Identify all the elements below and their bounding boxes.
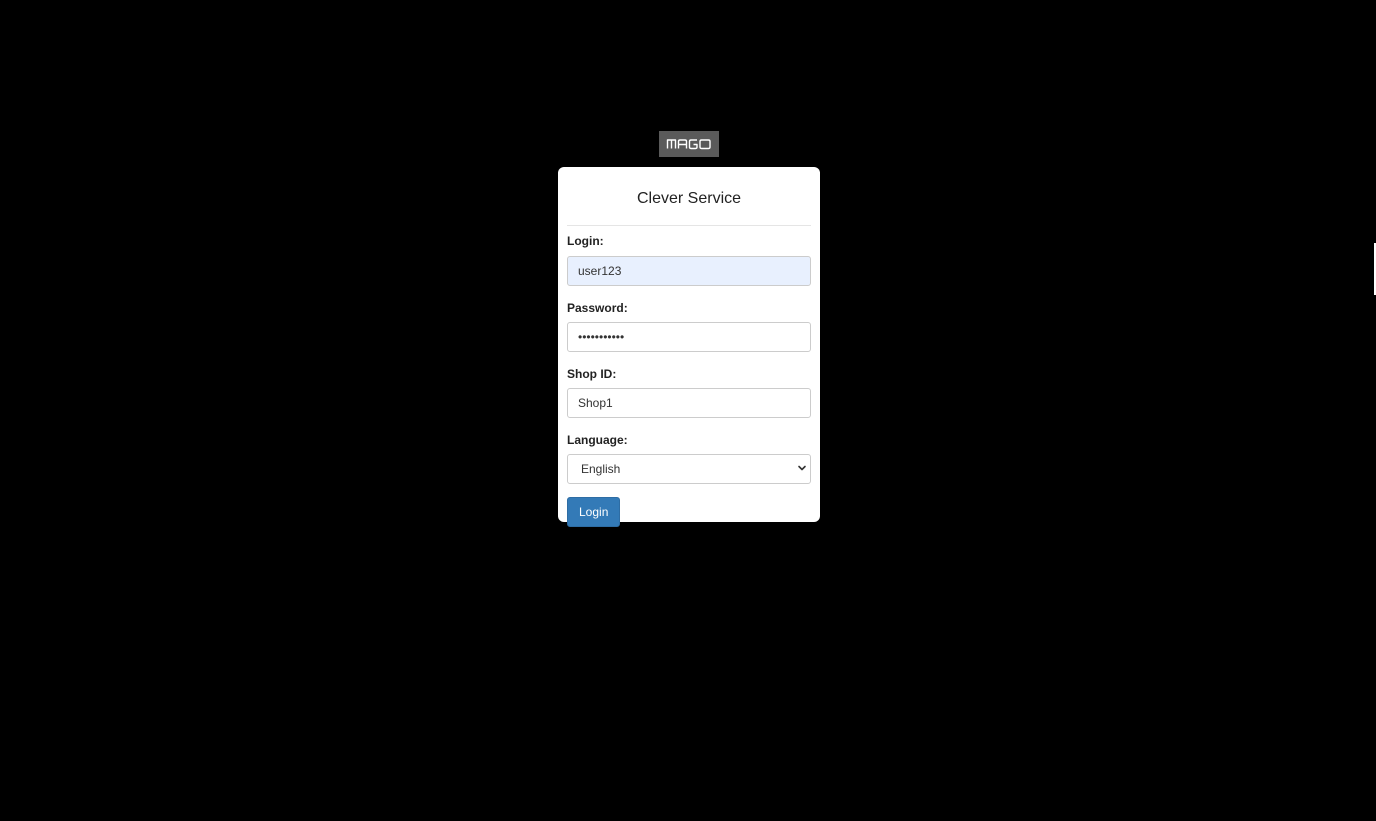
card-title: Clever Service — [636, 190, 742, 207]
login-label: Login: — [567, 234, 604, 248]
mago-logo — [659, 131, 719, 157]
password-input[interactable] — [567, 322, 811, 352]
login-card: Clever Service Login: Password: Shop ID:… — [558, 167, 820, 527]
login-input[interactable] — [567, 256, 811, 286]
shop-id-input[interactable] — [567, 388, 811, 418]
language-select[interactable]: English — [567, 454, 811, 484]
login-button[interactable]: Login — [567, 497, 621, 527]
login-page: Clever Service Login: Password: Shop ID:… — [0, 0, 1376, 821]
mago-logo-icon — [666, 139, 711, 150]
password-label: Password: — [567, 301, 628, 315]
language-select-value[interactable]: English — [567, 454, 811, 484]
language-label: Language: — [567, 433, 628, 447]
shop-id-label: Shop ID: — [567, 367, 617, 381]
chevron-down-icon — [798, 465, 806, 471]
